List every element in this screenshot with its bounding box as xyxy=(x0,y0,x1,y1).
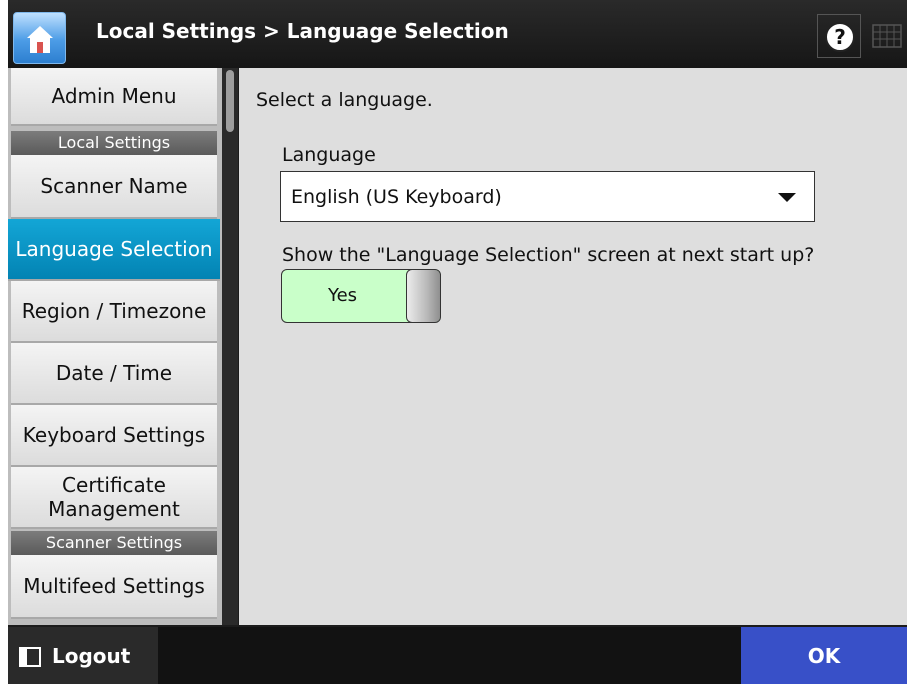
svg-text:?: ? xyxy=(834,25,846,49)
sidebar-scrollbar[interactable] xyxy=(222,68,238,625)
sidebar-item-keyboard-settings[interactable]: Keyboard Settings xyxy=(11,405,217,467)
instruction-text: Select a language. xyxy=(256,89,433,111)
help-button[interactable]: ? xyxy=(817,14,861,58)
keyboard-icon xyxy=(872,24,902,48)
ok-label: OK xyxy=(807,644,841,668)
sidebar-item-admin-menu[interactable]: Admin Menu xyxy=(11,68,217,126)
language-dropdown[interactable]: English (US Keyboard) xyxy=(280,171,815,222)
sidebar-item-label: Language Selection xyxy=(15,237,213,261)
page-title: Local Settings > Language Selection xyxy=(96,19,509,43)
home-icon xyxy=(27,26,53,53)
header-bar: Local Settings > Language Selection ? xyxy=(8,0,907,68)
sidebar: Admin Menu Local Settings Scanner Name L… xyxy=(8,68,238,625)
sidebar-item-label: Region / Timezone xyxy=(21,299,207,323)
logout-label: Logout xyxy=(52,644,131,668)
keyboard-button[interactable] xyxy=(864,14,907,58)
show-screen-label: Show the "Language Selection" screen at … xyxy=(282,244,815,266)
sidebar-item-label: Certificate Management xyxy=(48,473,180,521)
toggle-value: Yes xyxy=(328,285,358,306)
sidebar-item-language-selection[interactable]: Language Selection xyxy=(8,219,220,281)
sidebar-item-label: Admin Menu xyxy=(51,84,177,108)
sidebar-item-scanner-name[interactable]: Scanner Name xyxy=(11,155,217,219)
sidebar-item-region-timezone[interactable]: Region / Timezone xyxy=(11,281,217,343)
sidebar-item-label: Keyboard Settings xyxy=(22,423,206,447)
ok-button[interactable]: OK xyxy=(741,627,907,684)
help-icon: ? xyxy=(825,22,855,52)
sidebar-item-multifeed-settings[interactable]: Multifeed Settings xyxy=(11,555,217,619)
home-button[interactable] xyxy=(13,12,66,64)
show-at-startup-toggle[interactable]: Yes xyxy=(281,269,441,323)
sidebar-item-label: Multifeed Settings xyxy=(23,574,205,598)
section-header-scanner-settings: Scanner Settings xyxy=(11,531,217,555)
language-label: Language xyxy=(282,144,376,166)
sidebar-item-certificate-management[interactable]: Certificate Management xyxy=(11,467,217,529)
footer-bar: Logout OK xyxy=(8,627,907,684)
language-selected-value: English (US Keyboard) xyxy=(291,186,502,208)
sidebar-item-date-time[interactable]: Date / Time xyxy=(11,343,217,405)
scrollbar-thumb[interactable] xyxy=(226,70,234,132)
main-content: Select a language. Language English (US … xyxy=(239,68,907,625)
sidebar-item-label: Date / Time xyxy=(55,361,173,385)
chevron-down-icon xyxy=(778,193,796,202)
toggle-knob[interactable] xyxy=(406,270,440,322)
sidebar-item-label: Scanner Name xyxy=(40,174,188,198)
logout-icon xyxy=(19,647,41,667)
logout-button[interactable]: Logout xyxy=(8,627,158,684)
section-header-local-settings: Local Settings xyxy=(11,131,217,155)
app-window: Local Settings > Language Selection ? Ad… xyxy=(8,0,907,684)
